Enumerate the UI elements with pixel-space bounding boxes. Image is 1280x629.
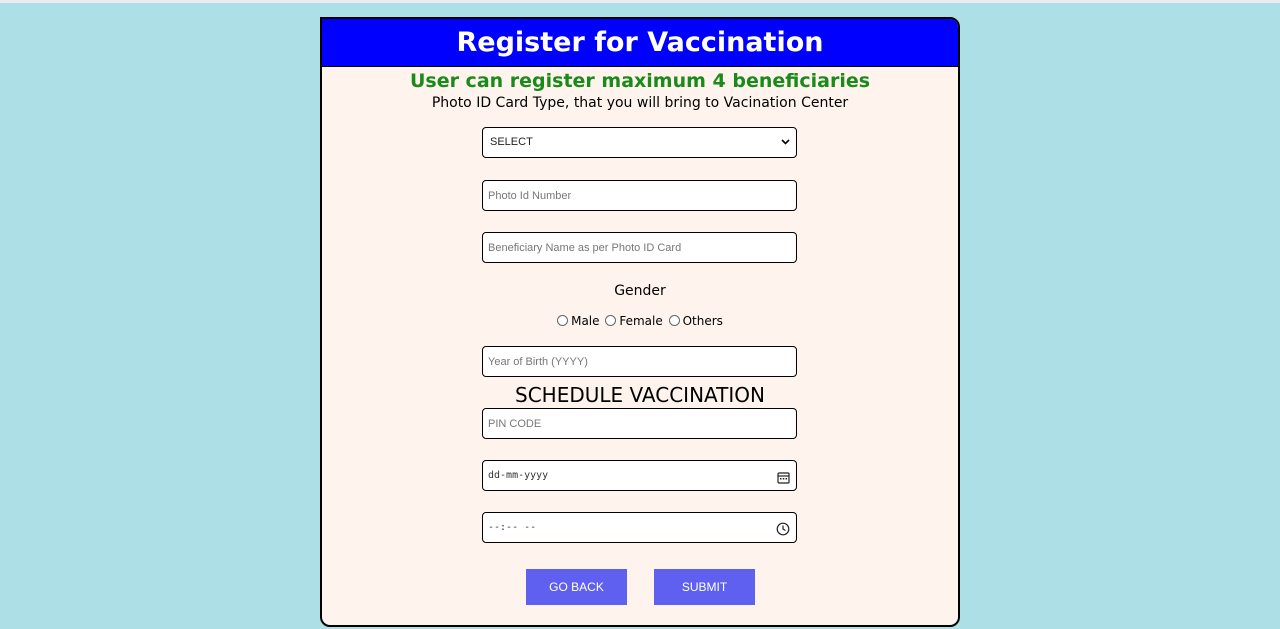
year-of-birth-field[interactable]: [482, 346, 797, 377]
id-type-select[interactable]: SELECT: [482, 127, 797, 158]
schedule-title: SCHEDULE VACCINATION: [515, 383, 765, 407]
photo-id-field[interactable]: [482, 180, 797, 211]
gender-option-label: Male: [571, 314, 600, 328]
clock-icon[interactable]: [776, 521, 790, 540]
calendar-icon[interactable]: [777, 469, 790, 488]
chevron-down-icon: [781, 137, 790, 148]
time-field[interactable]: --:-- --: [482, 512, 797, 543]
gender-option-male[interactable]: Male: [557, 314, 600, 328]
beneficiary-name-field[interactable]: [482, 232, 797, 263]
pin-code-input[interactable]: [483, 409, 796, 438]
gender-option-others[interactable]: Others: [668, 314, 723, 328]
gender-option-label: Female: [619, 314, 663, 328]
date-value: dd-mm-yyyy: [488, 470, 549, 481]
gender-label: Gender: [614, 283, 666, 299]
gender-option-label: Others: [682, 314, 723, 328]
radio-button[interactable]: [605, 315, 617, 326]
top-strip: [0, 0, 1280, 3]
year-of-birth-input[interactable]: [483, 347, 796, 376]
photo-id-input[interactable]: [483, 181, 796, 210]
radio-button[interactable]: [668, 315, 680, 326]
page-title: Register for Vaccination: [322, 19, 958, 67]
id-type-hint: Photo ID Card Type, that you will bring …: [431, 95, 849, 111]
date-field[interactable]: dd-mm-yyyy: [482, 460, 797, 491]
gender-option-female[interactable]: Female: [605, 314, 663, 328]
id-type-select-value: SELECT: [490, 136, 533, 148]
gender-radio-group: Male Female Others: [322, 314, 958, 328]
registration-card: Register for Vaccination User can regist…: [320, 17, 960, 627]
radio-button[interactable]: [557, 315, 569, 326]
beneficiary-name-input[interactable]: [483, 233, 796, 262]
time-value: --:-- --: [488, 522, 537, 533]
pin-code-field[interactable]: [482, 408, 797, 439]
submit-button[interactable]: SUBMIT: [654, 569, 755, 605]
subtitle: User can register maximum 4 beneficiarie…: [409, 70, 871, 92]
go-back-button[interactable]: GO BACK: [526, 569, 627, 605]
